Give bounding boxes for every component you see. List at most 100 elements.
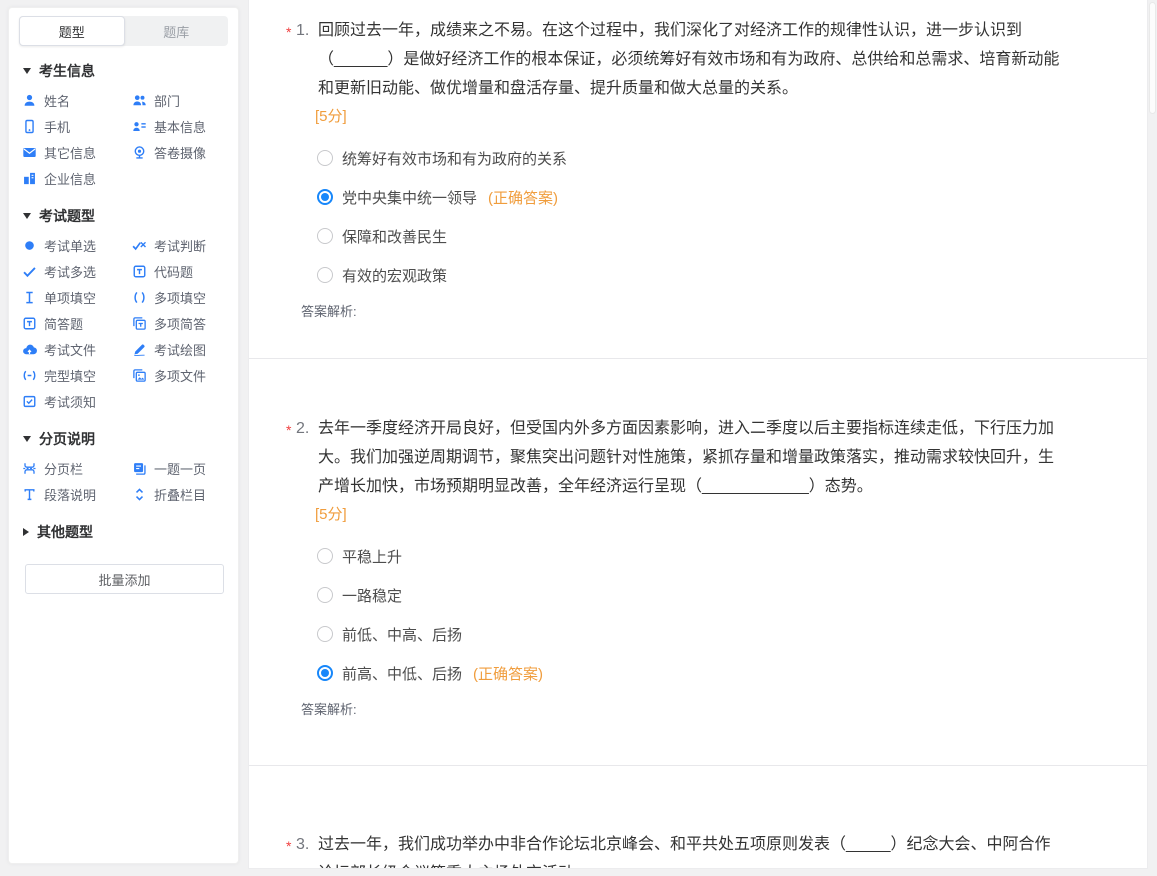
item-label: 多项填空 <box>154 288 206 307</box>
scrollbar-thumb[interactable] <box>1149 2 1156 114</box>
tab-question-bank[interactable]: 题库 <box>125 16 229 46</box>
t-boxes-icon <box>131 315 147 331</box>
scrollbar-track[interactable] <box>1148 0 1157 876</box>
question-number: 3. <box>296 830 318 868</box>
exam-paper-panel: * 1. 回顾过去一年，成绩来之不易。在这个过程中，我们深化了对经济工作的规律性… <box>248 0 1148 869</box>
batch-add-button[interactable]: 批量添加 <box>25 564 224 594</box>
radio-unselected-icon[interactable] <box>317 228 333 244</box>
sidebar-item-collapse-column[interactable]: 折叠栏目 <box>131 481 238 507</box>
section-header-other-types[interactable]: 其他题型 <box>23 522 238 542</box>
sidebar-tabs: 题型 题库 <box>19 16 228 46</box>
exam-type-items: 考试单选 考试判断 考试多选 代码题 单项填空 多项填空 简答题 多项简答 <box>9 232 238 414</box>
option-row[interactable]: 一路稳定 <box>317 583 1147 607</box>
option-row[interactable]: 统筹好有效市场和有为政府的关系 <box>317 146 1147 170</box>
option-list: 平稳上升 一路稳定 前低、中高、后扬 前高、中低、后扬 (正确答案) <box>317 544 1147 685</box>
option-row[interactable]: 有效的宏观政策 <box>317 263 1147 287</box>
sidebar-item-single-choice[interactable]: 考试单选 <box>21 232 131 258</box>
sidebar-item-page-break[interactable]: 分页栏 <box>21 455 131 481</box>
radio-selected-icon[interactable] <box>317 189 333 205</box>
sidebar-item-multi-short-answer[interactable]: 多项简答 <box>131 310 238 336</box>
radio-dot-icon <box>21 237 37 253</box>
question-number: 2. <box>296 414 318 501</box>
option-label: 保障和改善民生 <box>342 226 447 247</box>
id-card-icon <box>131 118 147 134</box>
item-label: 完型填空 <box>44 366 96 385</box>
item-label: 多项简答 <box>154 314 206 333</box>
sidebar-item-name[interactable]: 姓名 <box>21 87 131 113</box>
radio-selected-icon[interactable] <box>317 665 333 681</box>
sidebar-item-code-question[interactable]: 代码题 <box>131 258 238 284</box>
section-header-candidate-info[interactable]: 考生信息 <box>23 61 238 81</box>
option-row[interactable]: 前高、中低、后扬 (正确答案) <box>317 661 1147 685</box>
section-title: 考生信息 <box>39 61 95 81</box>
sidebar-item-answer-camera[interactable]: 答卷摄像 <box>131 139 238 165</box>
item-label: 考试判断 <box>154 236 206 255</box>
sidebar-item-paragraph-note[interactable]: 段落说明 <box>21 481 131 507</box>
option-row[interactable]: 前低、中高、后扬 <box>317 622 1147 646</box>
chevron-down-icon <box>23 436 31 442</box>
chevron-right-icon <box>23 528 29 536</box>
item-label: 简答题 <box>44 314 83 333</box>
option-row[interactable]: 平稳上升 <box>317 544 1147 568</box>
item-label: 一题一页 <box>154 459 206 478</box>
item-label: 分页栏 <box>44 459 83 478</box>
tab-question-types[interactable]: 题型 <box>19 16 125 46</box>
sidebar-item-multi-file[interactable]: 多项文件 <box>131 362 238 388</box>
chevron-down-icon <box>23 213 31 219</box>
option-list: 统筹好有效市场和有为政府的关系 党中央集中统一领导 (正确答案) 保障和改善民生… <box>317 146 1147 287</box>
sidebar-item-single-blank[interactable]: 单项填空 <box>21 284 131 310</box>
item-label: 段落说明 <box>44 485 96 504</box>
multi-file-icon <box>131 367 147 383</box>
sidebar-item-multi-blank[interactable]: 多项填空 <box>131 284 238 310</box>
radio-unselected-icon[interactable] <box>317 267 333 283</box>
section-title: 考试题型 <box>39 206 95 226</box>
sidebar-item-phone[interactable]: 手机 <box>21 113 131 139</box>
sidebar-item-exam-notice[interactable]: 考试须知 <box>21 388 131 414</box>
question-block-2[interactable]: * 2. 去年一季度经济开局良好，但受国内外多方面因素影响，进入二季度以后主要指… <box>249 359 1147 766</box>
option-label: 前高、中低、后扬 <box>342 663 462 684</box>
radio-unselected-icon[interactable] <box>317 150 333 166</box>
question-text: 去年一季度经济开局良好，但受国内外多方面因素影响，进入二季度以后主要指标连续走低… <box>318 414 1063 501</box>
item-label: 考试多选 <box>44 262 96 281</box>
item-label: 答卷摄像 <box>154 143 206 162</box>
sidebar-item-multi-choice[interactable]: 考试多选 <box>21 258 131 284</box>
item-label: 部门 <box>154 91 180 110</box>
section-header-exam-types[interactable]: 考试题型 <box>23 206 238 226</box>
user-icon <box>21 92 37 108</box>
sidebar-item-department[interactable]: 部门 <box>131 87 238 113</box>
sidebar-item-one-question-per-page[interactable]: 一题一页 <box>131 455 238 481</box>
sidebar-item-company-info[interactable]: 企业信息 <box>21 165 131 191</box>
item-label: 代码题 <box>154 262 193 281</box>
question-block-1[interactable]: * 1. 回顾过去一年，成绩来之不易。在这个过程中，我们深化了对经济工作的规律性… <box>249 0 1147 359</box>
sidebar-item-exam-file[interactable]: 考试文件 <box>21 336 131 362</box>
option-row[interactable]: 保障和改善民生 <box>317 224 1147 248</box>
sidebar-item-cloze[interactable]: 完型填空 <box>21 362 131 388</box>
answer-analysis-label: 答案解析: <box>301 301 1147 320</box>
question-type-sidebar: 题型 题库 考生信息 姓名 部门 手机 基本信息 其它信息 答卷摄像 <box>8 7 239 864</box>
candidate-info-items: 姓名 部门 手机 基本信息 其它信息 答卷摄像 企业信息 <box>9 87 238 191</box>
radio-unselected-icon[interactable] <box>317 587 333 603</box>
sidebar-item-true-false[interactable]: 考试判断 <box>131 232 238 258</box>
option-label: 有效的宏观政策 <box>342 265 447 286</box>
sidebar-item-other-info[interactable]: 其它信息 <box>21 139 131 165</box>
sidebar-item-exam-drawing[interactable]: 考试绘图 <box>131 336 238 362</box>
section-header-pagination[interactable]: 分页说明 <box>23 429 238 449</box>
question-block-3[interactable]: * 3. 过去一年，我们成功举办中非合作论坛北京峰会、和平共处五项原则发表（__… <box>249 766 1147 868</box>
pages-icon <box>131 460 147 476</box>
question-score: [5分] <box>315 106 1147 128</box>
question-text: 过去一年，我们成功举办中非合作论坛北京峰会、和平共处五项原则发表（_____）纪… <box>318 830 1063 868</box>
radio-unselected-icon[interactable] <box>317 626 333 642</box>
item-label: 基本信息 <box>154 117 206 136</box>
sidebar-item-short-answer[interactable]: 简答题 <box>21 310 131 336</box>
answer-analysis-label: 答案解析: <box>301 699 1147 718</box>
option-label: 一路稳定 <box>342 585 402 606</box>
page-break-icon <box>21 460 37 476</box>
radio-unselected-icon[interactable] <box>317 548 333 564</box>
cloud-upload-icon <box>21 341 37 357</box>
t-letter-icon <box>21 486 37 502</box>
sidebar-item-basic-info[interactable]: 基本信息 <box>131 113 238 139</box>
required-asterisk: * <box>286 18 296 103</box>
pagination-items: 分页栏 一题一页 段落说明 折叠栏目 <box>9 455 238 507</box>
option-label: 平稳上升 <box>342 546 402 567</box>
option-row[interactable]: 党中央集中统一领导 (正确答案) <box>317 185 1147 209</box>
